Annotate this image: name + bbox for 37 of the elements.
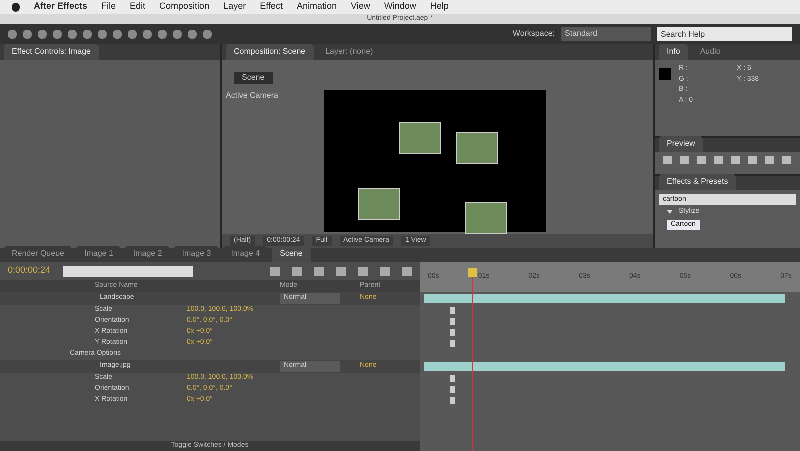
color-swatch: [659, 68, 671, 80]
panel-tab[interactable]: Effect Controls: Image: [4, 44, 99, 60]
panel-tab[interactable]: Preview: [659, 136, 704, 152]
panel-tab[interactable]: Effects & Presets: [659, 174, 736, 190]
menu-item[interactable]: After Effects: [34, 0, 88, 14]
disclosure-triangle-icon[interactable]: [667, 210, 673, 214]
timeline-tool-icon[interactable]: [358, 266, 368, 276]
menu-item[interactable]: Composition: [160, 0, 210, 14]
panel-tab[interactable]: Composition: Scene: [226, 44, 314, 60]
photo-placeholder: [399, 122, 441, 154]
timeline-tool-icon[interactable]: [314, 266, 324, 276]
menu-item[interactable]: Window: [384, 0, 416, 14]
panel-tab[interactable]: Scene: [272, 246, 311, 262]
timeline-tool-icon[interactable]: [402, 266, 412, 276]
timeline-tool-icon[interactable]: [270, 266, 280, 276]
timecode[interactable]: 0:00:00:24: [8, 264, 51, 278]
menu-item[interactable]: File: [102, 0, 116, 14]
menu-item[interactable]: Layer: [224, 0, 246, 14]
workspace-dropdown[interactable]: Standard: [561, 27, 651, 41]
search-field[interactable]: Search Help: [657, 27, 792, 41]
workspace-label: Workspace:: [512, 28, 555, 40]
search-field[interactable]: [62, 266, 193, 276]
photo-placeholder: [465, 202, 507, 234]
view-label: Active Camera: [226, 90, 280, 102]
timeline-tool-icon[interactable]: [292, 266, 302, 276]
photo-placeholder: [358, 188, 400, 220]
menu-item[interactable]: Help: [430, 0, 449, 14]
timeline-tool-icon[interactable]: [336, 266, 346, 276]
timeline-tool-icon[interactable]: [380, 266, 390, 276]
photo-placeholder: [456, 132, 498, 164]
menu-item[interactable]: Effect: [260, 0, 283, 14]
menu-item[interactable]: Animation: [296, 0, 337, 14]
comp-button[interactable]: Scene: [234, 72, 273, 84]
playhead-handle-icon[interactable]: [468, 268, 477, 277]
menu-item[interactable]: View: [350, 0, 370, 14]
menu-item[interactable]: Edit: [130, 0, 146, 14]
panel-tab[interactable]: Info: [659, 44, 688, 60]
